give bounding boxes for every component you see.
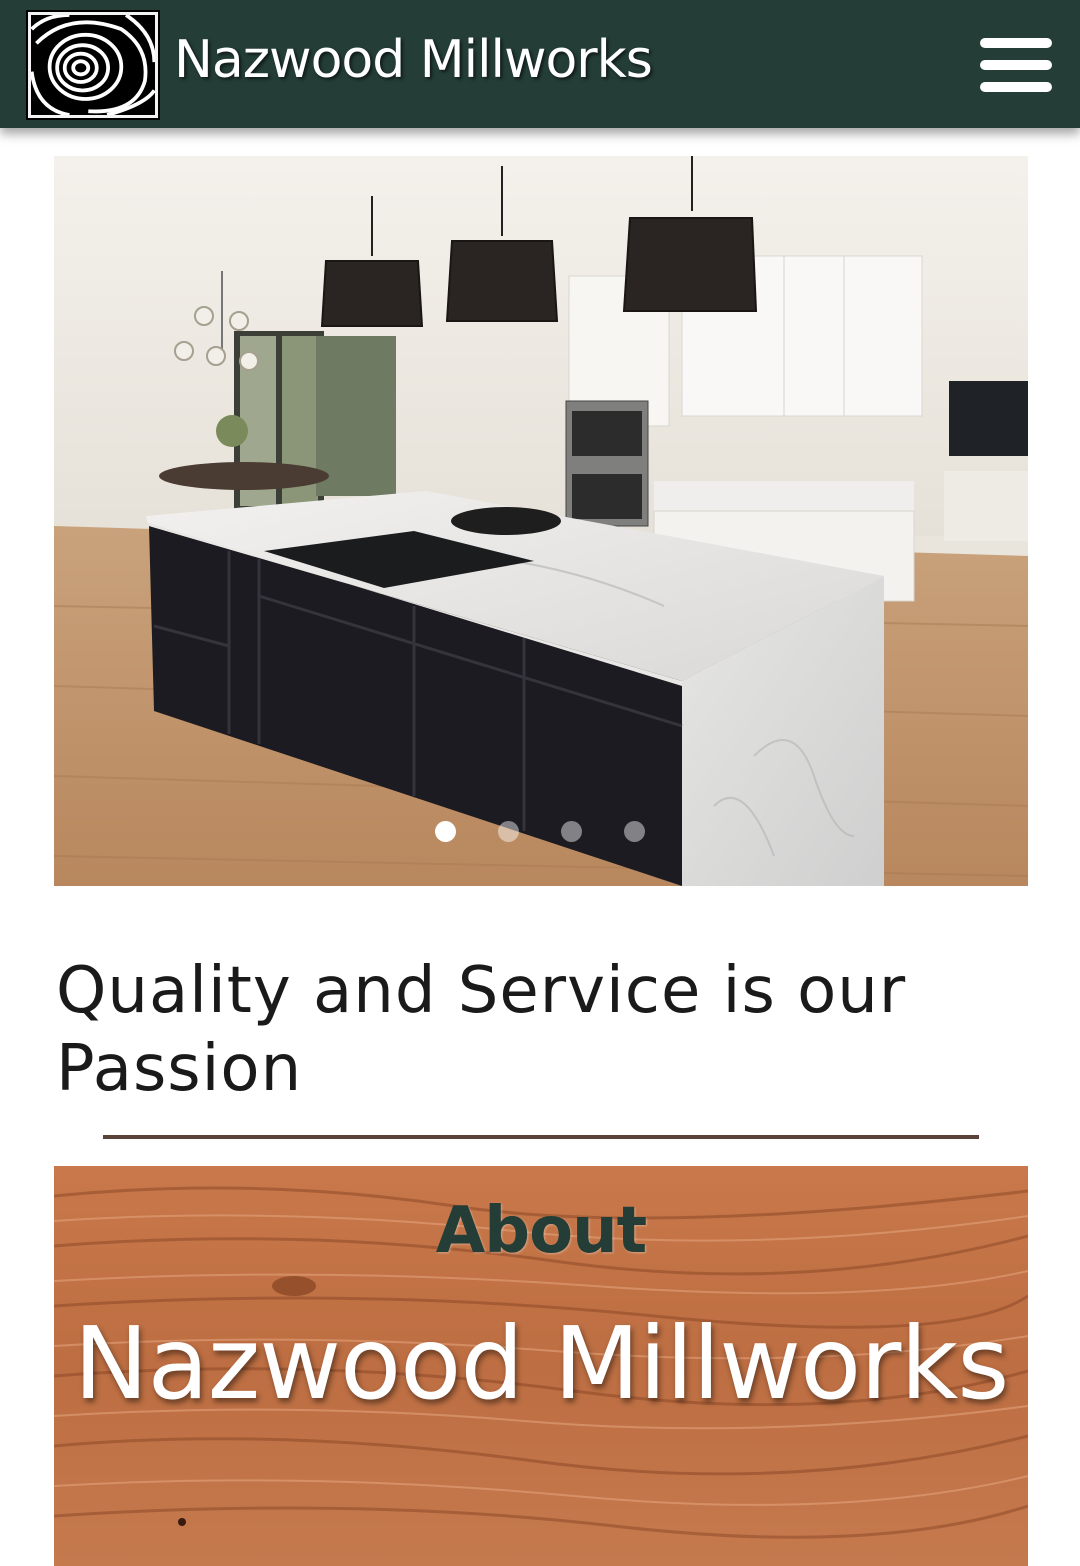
wood-grain-logo-icon[interactable]	[26, 10, 160, 120]
section-divider	[103, 1135, 979, 1139]
menu-bar	[980, 38, 1052, 48]
menu-bar	[980, 60, 1052, 70]
hero-slider[interactable]	[54, 156, 1028, 886]
tagline-heading: Quality and Service is our Passion	[56, 954, 907, 1106]
slider-dot[interactable]	[624, 821, 645, 842]
about-title: Nazwood Millworks	[73, 1305, 1010, 1422]
hamburger-menu-icon[interactable]	[980, 38, 1054, 94]
menu-bar	[980, 82, 1052, 92]
slider-dot[interactable]	[561, 821, 582, 842]
slider-dot[interactable]	[435, 821, 456, 842]
site-title[interactable]: Nazwood Millworks	[174, 28, 653, 92]
slider-dots	[435, 821, 655, 845]
slider-dot[interactable]	[498, 821, 519, 842]
site-header: Nazwood Millworks	[0, 0, 1080, 128]
about-label: About	[435, 1194, 647, 1268]
about-section: About Nazwood Millworks	[54, 1166, 1028, 1566]
kitchen-island-photo	[54, 156, 1028, 886]
